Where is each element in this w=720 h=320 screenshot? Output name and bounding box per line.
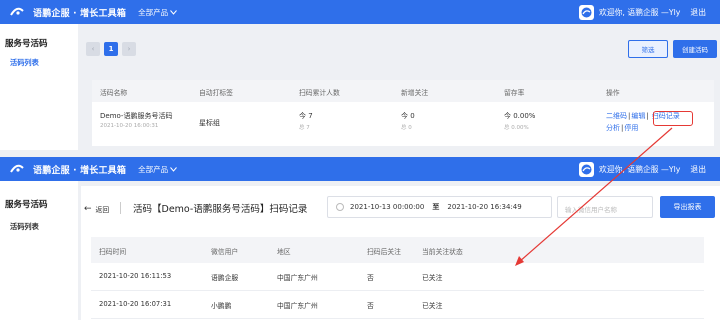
- table-row: Demo-语鹏服务号活码 2021-10-20 16:00:31 星标组 今 7…: [92, 102, 714, 146]
- page-1-button[interactable]: 1: [104, 42, 118, 56]
- tag-cell: 星标组: [199, 119, 220, 127]
- scans-total: 总 7: [299, 125, 310, 131]
- date-start[interactable]: 2021-10-13 00:00:00: [350, 203, 424, 211]
- back-label: 返回: [95, 206, 110, 214]
- follow-status-cell: 已关注: [422, 274, 443, 282]
- retention-today: 今 0.00%: [504, 112, 536, 120]
- table-row: 2021-10-20 16:07:31 小鹏鹏 中国广东广州 否 已关注: [91, 291, 704, 319]
- col-tag-header: 自动打标签: [199, 89, 233, 97]
- back-button[interactable]: ← 返回: [84, 204, 109, 214]
- create-qrcode-button[interactable]: 创建活码: [673, 40, 717, 58]
- divider: [120, 202, 121, 214]
- ops-separator: |: [628, 112, 631, 120]
- all-products-menu[interactable]: 全部产品: [138, 7, 177, 18]
- next-page-button[interactable]: ›: [122, 42, 136, 56]
- brand-logo-icon[interactable]: [10, 164, 24, 174]
- top-nav-bar: 语鹏企服 · 增长工具箱 全部产品 欢迎你, 语鹏企服 —Yly 退出: [0, 157, 720, 181]
- follows-total: 总 0: [401, 125, 412, 131]
- created-time: 2021-10-20 16:00:31: [100, 123, 159, 129]
- sidebar: 服务号活码 活码列表: [0, 24, 78, 150]
- retention-total: 总 0.00%: [504, 125, 529, 131]
- chevron-down-icon: [170, 166, 177, 172]
- sidebar: 服务号活码 活码列表: [0, 181, 78, 320]
- sidebar-item-qrcode-list[interactable]: 活码列表: [0, 222, 78, 232]
- chevron-down-icon: [170, 9, 177, 15]
- follow-status-cell: 已关注: [422, 302, 443, 310]
- follow-after-scan-cell: 否: [367, 302, 374, 310]
- all-products-label: 全部产品: [138, 7, 169, 17]
- scan-log-panel: ← 返回 活码【Demo-语鹏服务号活码】扫码记录 2021-10-13 00:…: [81, 186, 720, 320]
- arrow-left-icon: ←: [84, 204, 92, 214]
- scan-time-cell: 2021-10-20 16:11:53: [99, 272, 172, 280]
- logout-link[interactable]: 退出: [690, 164, 706, 175]
- brand-title[interactable]: 语鹏企服 · 增长工具箱: [33, 163, 126, 176]
- brand-logo-icon[interactable]: [10, 7, 24, 17]
- scans-cell: 今 7 总 7: [299, 111, 313, 131]
- all-products-label: 全部产品: [138, 164, 169, 174]
- col-ops-header: 操作: [606, 89, 620, 97]
- filter-button[interactable]: 筛选: [628, 40, 668, 58]
- retention-cell: 今 0.00% 总 0.00%: [504, 111, 535, 131]
- wechat-user-cell: 小鹏鹏: [211, 302, 232, 310]
- scan-log-highlight-box: [653, 111, 693, 126]
- table-header: 活码名称 自动打标签 扫码累计人数 新增关注 留存率 操作: [92, 80, 714, 102]
- avatar[interactable]: [579, 4, 595, 20]
- all-products-menu[interactable]: 全部产品: [138, 164, 177, 175]
- prev-page-button[interactable]: ‹: [86, 42, 100, 56]
- scan-time-cell: 2021-10-20 16:07:31: [99, 300, 172, 308]
- welcome-text: 欢迎你, 语鹏企服 —Yly: [599, 7, 681, 17]
- qrcode-link[interactable]: 二维码: [606, 112, 627, 120]
- date-range-separator: 至: [432, 203, 440, 211]
- col-scan-time-header: 扫码时间: [99, 248, 127, 256]
- top-nav-bar: 语鹏企服 · 增长工具箱 全部产品 欢迎你, 语鹏企服 —Yly 退出: [0, 0, 720, 24]
- export-report-button[interactable]: 导出报表: [660, 196, 715, 218]
- scans-today: 今 7: [299, 112, 313, 120]
- avatar-icon: [581, 164, 592, 174]
- table-header: 扫码时间 微信用户 地区 扫码后关注 当前关注状态: [91, 237, 704, 263]
- follow-after-scan-cell: 否: [367, 274, 374, 282]
- col-region-header: 地区: [277, 248, 291, 256]
- wechat-user-search-input[interactable]: 输入微信用户名称: [557, 196, 653, 218]
- wechat-user-cell: 语鹏企服: [211, 274, 239, 282]
- follows-cell: 今 0 总 0: [401, 111, 415, 131]
- welcome-text: 欢迎你, 语鹏企服 —Yly: [599, 164, 681, 174]
- ops-separator: |: [621, 124, 624, 132]
- follows-today: 今 0: [401, 112, 415, 120]
- col-scans-header: 扫码累计人数: [299, 89, 340, 97]
- pagination: ‹ 1 ›: [86, 42, 136, 56]
- sidebar-title: 服务号活码: [5, 200, 48, 210]
- clock-icon: [336, 203, 344, 211]
- disable-link[interactable]: 停用: [624, 124, 638, 132]
- qrcode-name[interactable]: Demo-语鹏服务号活码: [100, 111, 172, 121]
- avatar[interactable]: [579, 161, 595, 177]
- ops-separator: |: [646, 112, 649, 120]
- qrcode-name-cell: Demo-语鹏服务号活码 2021-10-20 16:00:31: [100, 111, 172, 129]
- scan-log-table: 扫码时间 微信用户 地区 扫码后关注 当前关注状态 2021-10-20 16:…: [91, 237, 704, 319]
- col-retention-header: 留存率: [504, 89, 525, 97]
- region-cell: 中国广东广州: [277, 274, 318, 282]
- col-follow-status-header: 当前关注状态: [422, 248, 463, 256]
- avatar-icon: [581, 7, 592, 17]
- qrcode-table: 活码名称 自动打标签 扫码累计人数 新增关注 留存率 操作 Demo-语鹏服务号…: [92, 80, 714, 146]
- sidebar-title: 服务号活码: [5, 39, 48, 49]
- logout-link[interactable]: 退出: [690, 7, 706, 18]
- region-cell: 中国广东广州: [277, 302, 318, 310]
- date-end[interactable]: 2021-10-20 16:34:49: [447, 203, 521, 211]
- col-follow-after-scan-header: 扫码后关注: [367, 248, 401, 256]
- col-wechat-user-header: 微信用户: [211, 248, 239, 256]
- edit-link[interactable]: 编辑: [631, 112, 645, 120]
- page-title: 活码【Demo-语鹏服务号活码】扫码记录: [133, 204, 308, 215]
- date-range-picker[interactable]: 2021-10-13 00:00:00 至 2021-10-20 16:34:4…: [327, 196, 552, 218]
- col-follows-header: 新增关注: [401, 89, 429, 97]
- table-row: 2021-10-20 16:11:53 语鹏企服 中国广东广州 否 已关注: [91, 263, 704, 291]
- brand-title[interactable]: 语鹏企服 · 增长工具箱: [33, 6, 126, 19]
- analysis-link[interactable]: 分析: [606, 124, 620, 132]
- col-name-header: 活码名称: [100, 89, 128, 97]
- sidebar-item-qrcode-list[interactable]: 活码列表: [0, 58, 78, 68]
- qrcode-list-panel: ‹ 1 › 筛选 创建活码 活码名称 自动打标签 扫码累计人数 新增关注 留存率…: [78, 32, 720, 150]
